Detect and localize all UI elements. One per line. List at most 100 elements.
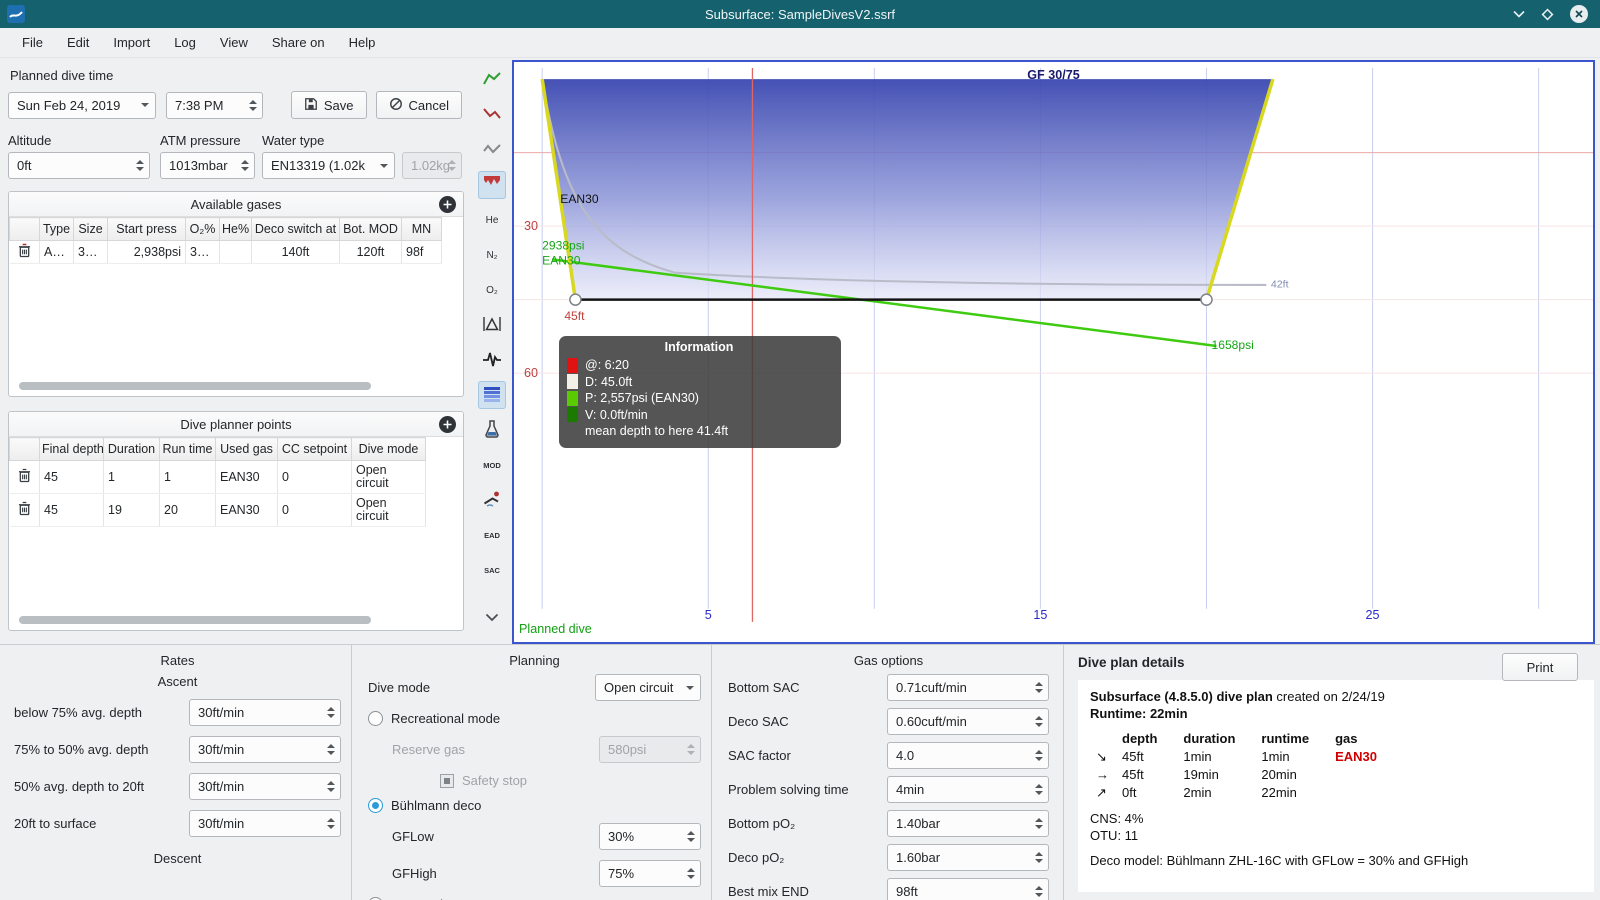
recreational-mode-option[interactable]: Recreational mode	[368, 711, 701, 726]
spin-arrows-icon[interactable]	[245, 94, 261, 117]
add-point-button[interactable]	[439, 416, 456, 433]
dive-profile-chart[interactable]: GF 30/75 5 15 25 30 60 EAN30 2938psi EAN30 45ft 16…	[512, 60, 1595, 644]
cell-cc-setpoint[interactable]: 0	[277, 493, 352, 527]
planner-point-row[interactable]: 45 19 20 EAN30 0 Open circuit	[9, 493, 426, 527]
deco-sac-input[interactable]: 0.60cuft/min	[887, 708, 1049, 735]
sac-button[interactable]: SAC	[478, 556, 506, 584]
n2-graph-button[interactable]: N₂	[478, 241, 506, 269]
spin-arrows-icon[interactable]	[1031, 880, 1047, 900]
cell-o2[interactable]: 3…	[185, 240, 220, 264]
add-gas-button[interactable]	[439, 196, 456, 213]
spin-arrows-icon[interactable]	[1031, 676, 1047, 699]
calc-ceiling-button[interactable]	[478, 311, 506, 339]
cell-he[interactable]	[219, 240, 252, 264]
altitude-input[interactable]: 0ft	[8, 152, 150, 179]
spin-arrows-icon[interactable]	[1031, 812, 1047, 835]
cell-cc-setpoint[interactable]: 0	[277, 460, 352, 494]
gflow-input[interactable]: 30%	[599, 823, 701, 850]
maximize-button[interactable]	[1541, 8, 1554, 21]
bottom-po2-input[interactable]: 1.40bar	[887, 810, 1049, 837]
cancel-button[interactable]: Cancel	[375, 91, 462, 119]
waypoint-handle[interactable]	[1200, 293, 1213, 306]
cell-bot-mod[interactable]: 120ft	[339, 240, 402, 264]
cell-dive-mode[interactable]: Open circuit	[351, 493, 426, 527]
he-graph-button[interactable]: He	[478, 206, 506, 234]
cell-run-time[interactable]: 20	[159, 493, 216, 527]
deco-po2-input[interactable]: 1.60bar	[887, 844, 1049, 871]
cell-size[interactable]: 3…	[73, 240, 108, 264]
spin-arrows-icon[interactable]	[237, 154, 253, 177]
sac-factor-input[interactable]: 4.0	[887, 742, 1049, 769]
cell-deco-switch[interactable]: 140ft	[251, 240, 340, 264]
radio-icon[interactable]	[368, 711, 383, 726]
dropdown-arrow-icon[interactable]	[136, 94, 154, 117]
cell-used-gas[interactable]: EAN30	[215, 460, 278, 494]
po2-graph-button[interactable]	[478, 66, 506, 94]
cell-duration[interactable]: 1	[103, 460, 160, 494]
dive-date-select[interactable]: Sun Feb 24, 2019	[8, 91, 156, 119]
menu-view[interactable]: View	[208, 31, 260, 54]
spin-arrows-icon[interactable]	[323, 738, 339, 761]
mod-button[interactable]: MOD	[478, 451, 506, 479]
menu-share-on[interactable]: Share on	[260, 31, 337, 54]
cell-mnd[interactable]: 98f	[401, 240, 442, 264]
delete-point-button[interactable]	[9, 493, 40, 527]
menu-log[interactable]: Log	[162, 31, 208, 54]
cell-run-time[interactable]: 1	[159, 460, 216, 494]
dive-time-input[interactable]: 7:38 PM	[166, 91, 263, 119]
spin-arrows-icon[interactable]	[1031, 846, 1047, 869]
heart-rate-button[interactable]	[478, 346, 506, 374]
menu-help[interactable]: Help	[337, 31, 388, 54]
menu-edit[interactable]: Edit	[55, 31, 101, 54]
dc-ceiling-button[interactable]	[478, 171, 506, 199]
ascent-rate-50to20-input[interactable]: 30ft/min	[189, 773, 341, 800]
points-horizontal-scrollbar[interactable]	[19, 616, 371, 624]
cell-used-gas[interactable]: EAN30	[215, 493, 278, 527]
delete-gas-button[interactable]	[9, 240, 40, 264]
spin-arrows-icon[interactable]	[323, 701, 339, 724]
problem-time-input[interactable]: 4min	[887, 776, 1049, 803]
cell-start-press[interactable]: 2,938psi	[107, 240, 186, 264]
bottom-sac-input[interactable]: 0.71cuft/min	[887, 674, 1049, 701]
cell-dive-mode[interactable]: Open circuit	[351, 460, 426, 494]
minimize-button[interactable]	[1513, 10, 1525, 18]
buhlmann-deco-option[interactable]: Bühlmann deco	[368, 798, 701, 813]
cell-final-depth[interactable]: 45	[39, 493, 104, 527]
ascent-rate-surface-input[interactable]: 30ft/min	[189, 810, 341, 837]
gfhigh-input[interactable]: 75%	[599, 860, 701, 887]
pn2-graph-button[interactable]	[478, 101, 506, 129]
planner-point-row[interactable]: 45 1 1 EAN30 0 Open circuit	[9, 460, 426, 494]
spin-arrows-icon[interactable]	[1031, 778, 1047, 801]
radio-checked-icon[interactable]	[368, 798, 383, 813]
diver-button[interactable]	[478, 486, 506, 514]
delete-point-button[interactable]	[9, 460, 40, 494]
spin-arrows-icon[interactable]	[1031, 710, 1047, 733]
cell-duration[interactable]: 19	[103, 493, 160, 527]
tissues-button[interactable]	[478, 381, 506, 409]
ead-button[interactable]: EAD	[478, 521, 506, 549]
spin-arrows-icon[interactable]	[683, 862, 699, 885]
spin-arrows-icon[interactable]	[683, 825, 699, 848]
atm-pressure-input[interactable]: 1013mbar	[160, 152, 255, 179]
flask-button[interactable]	[478, 416, 506, 444]
menu-import[interactable]: Import	[101, 31, 162, 54]
spin-arrows-icon[interactable]	[132, 154, 148, 177]
spin-arrows-icon[interactable]	[323, 812, 339, 835]
spin-arrows-icon[interactable]	[323, 775, 339, 798]
save-button[interactable]: Save	[290, 91, 367, 119]
cell-final-depth[interactable]: 45	[39, 460, 104, 494]
water-type-select[interactable]: EN13319 (1.02k	[262, 152, 395, 179]
ascent-rate-below75-input[interactable]: 30ft/min	[189, 699, 341, 726]
toolbar-scroll-down-button[interactable]	[478, 603, 506, 631]
spin-arrows-icon[interactable]	[444, 154, 460, 177]
spin-arrows-icon[interactable]	[1031, 744, 1047, 767]
spin-arrows-icon[interactable]	[683, 738, 699, 761]
close-button[interactable]	[1570, 5, 1588, 23]
dropdown-arrow-icon[interactable]	[681, 676, 699, 699]
cell-type[interactable]: A…	[39, 240, 74, 264]
ascent-rate-75to50-input[interactable]: 30ft/min	[189, 736, 341, 763]
gases-horizontal-scrollbar[interactable]	[19, 382, 371, 390]
print-button[interactable]: Print	[1502, 653, 1578, 681]
waypoint-handle[interactable]	[569, 293, 582, 306]
phe-graph-button[interactable]	[478, 136, 506, 164]
